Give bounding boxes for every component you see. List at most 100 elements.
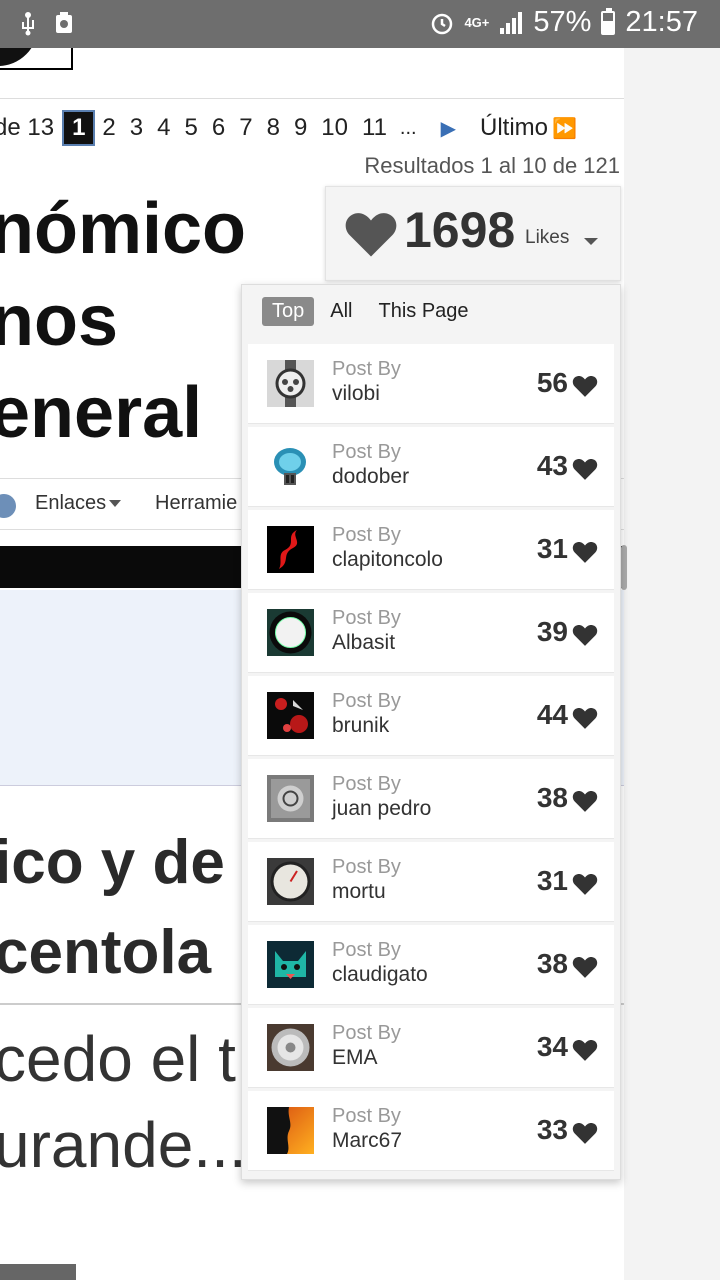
like-count: 38 bbox=[536, 948, 568, 979]
likes-list: Post By vilobi 56 Post By dodober 43 Pos… bbox=[248, 344, 614, 1174]
author-name[interactable]: dodober bbox=[332, 465, 409, 489]
post-title-line: ico y de bbox=[0, 828, 225, 897]
author-name[interactable]: claudigato bbox=[332, 963, 428, 987]
watch-face-avatar-icon[interactable] bbox=[267, 775, 314, 822]
like-entry[interactable]: Post By vilobi 56 bbox=[248, 344, 614, 424]
heart-icon bbox=[572, 458, 598, 480]
nav-globe-icon[interactable] bbox=[0, 494, 16, 518]
results-count: Resultados 1 al 10 de 121 bbox=[364, 153, 620, 178]
heart-icon bbox=[572, 1122, 598, 1144]
like-entry[interactable]: Post By mortu 31 bbox=[248, 842, 614, 922]
post-title-line: centola bbox=[0, 918, 212, 987]
last-page-icon[interactable]: ⏩ bbox=[552, 116, 577, 141]
page-link[interactable]: 7 bbox=[232, 114, 259, 142]
like-count: 56 bbox=[536, 367, 568, 398]
author-name[interactable]: clapitoncolo bbox=[332, 548, 443, 572]
usb-icon bbox=[22, 12, 34, 36]
scrollbar-thumb[interactable] bbox=[621, 545, 627, 590]
like-entry[interactable]: Post By Marc67 33 bbox=[248, 1091, 614, 1171]
post-by-label: Post By bbox=[332, 358, 401, 380]
like-count: 44 bbox=[536, 699, 568, 730]
author-name[interactable]: brunik bbox=[332, 714, 389, 738]
author-name[interactable]: vilobi bbox=[332, 382, 380, 406]
post-excerpt: cedo el t urande... bbox=[0, 1016, 247, 1188]
like-count: 34 bbox=[536, 1031, 568, 1062]
page-current[interactable]: 1 bbox=[62, 110, 96, 146]
bottom-button[interactable] bbox=[0, 1264, 76, 1280]
post-by-label: Post By bbox=[332, 690, 401, 712]
like-count: 43 bbox=[536, 450, 568, 481]
author-name[interactable]: EMA bbox=[332, 1046, 378, 1070]
page-link[interactable]: 10 bbox=[314, 114, 355, 142]
chevron-down-icon bbox=[584, 238, 598, 245]
heart-icon bbox=[572, 375, 598, 397]
post-by-label: Post By bbox=[332, 1105, 401, 1127]
nav-tools-menu[interactable]: Herramie bbox=[155, 492, 237, 515]
likes-tabs: Top All This Page bbox=[262, 297, 485, 326]
heart-icon bbox=[572, 541, 598, 563]
pagination: de 13 1 2 3 4 5 6 7 8 9 10 11 ... ▶ Últi… bbox=[0, 110, 577, 146]
thread-title-line: nómico bbox=[0, 189, 247, 269]
heart-icon bbox=[572, 624, 598, 646]
like-entry[interactable]: Post By claudigato 38 bbox=[248, 925, 614, 1005]
likes-label: Likes bbox=[525, 227, 570, 248]
brain-skull-avatar-icon[interactable] bbox=[267, 443, 314, 490]
likes-toggle[interactable]: 1698 Likes bbox=[325, 186, 621, 281]
post-by-label: Post By bbox=[332, 1022, 401, 1044]
page-link[interactable]: 3 bbox=[123, 114, 150, 142]
like-count: 38 bbox=[536, 782, 568, 813]
like-count: 39 bbox=[536, 616, 568, 647]
heart-icon bbox=[345, 213, 397, 257]
heart-icon bbox=[572, 873, 598, 895]
author-name[interactable]: Albasit bbox=[332, 631, 395, 655]
author-name[interactable]: juan pedro bbox=[332, 797, 431, 821]
alarm-icon bbox=[432, 13, 453, 34]
next-page-icon[interactable]: ▶ bbox=[441, 116, 456, 141]
site-logo[interactable] bbox=[0, 48, 73, 70]
watch-avatar-icon[interactable] bbox=[267, 360, 314, 407]
like-entry[interactable]: Post By juan pedro 38 bbox=[248, 759, 614, 839]
like-count: 33 bbox=[536, 1114, 568, 1145]
page-link[interactable]: 4 bbox=[150, 114, 177, 142]
tab-top[interactable]: Top bbox=[262, 297, 315, 326]
page-link[interactable]: 5 bbox=[178, 114, 205, 142]
page-link[interactable]: 8 bbox=[260, 114, 287, 142]
like-entry[interactable]: Post By Albasit 39 bbox=[248, 593, 614, 673]
author-name[interactable]: Marc67 bbox=[332, 1129, 402, 1153]
like-entry[interactable]: Post By dodober 43 bbox=[248, 427, 614, 507]
page-ellipsis: ... bbox=[399, 116, 417, 139]
page-link[interactable]: 9 bbox=[287, 114, 314, 142]
post-by-label: Post By bbox=[332, 607, 401, 629]
cat-avatar-icon[interactable] bbox=[267, 941, 314, 988]
battery-percent: 57% bbox=[533, 6, 592, 38]
author-name[interactable]: mortu bbox=[332, 880, 386, 904]
last-page-link[interactable]: Último bbox=[480, 114, 548, 142]
like-entry[interactable]: Post By brunik 44 bbox=[248, 676, 614, 756]
page-link[interactable]: 11 bbox=[355, 114, 394, 142]
dial-avatar-icon[interactable] bbox=[267, 609, 314, 656]
page-link[interactable]: 6 bbox=[205, 114, 232, 142]
like-count: 31 bbox=[536, 533, 568, 564]
tab-all[interactable]: All bbox=[320, 297, 362, 326]
like-entry[interactable]: Post By EMA 34 bbox=[248, 1008, 614, 1088]
heart-icon bbox=[572, 707, 598, 729]
likes-dropdown: Top All This Page Post By vilobi 56 Post… bbox=[241, 284, 621, 1180]
tab-this-page[interactable]: This Page bbox=[368, 297, 478, 326]
network-type: 4G+ bbox=[464, 14, 490, 30]
header-divider bbox=[0, 98, 624, 99]
battery-icon bbox=[601, 7, 616, 35]
silhouette-avatar-icon[interactable] bbox=[267, 1107, 314, 1154]
like-entry[interactable]: Post By clapitoncolo 31 bbox=[248, 510, 614, 590]
specialized-logo-avatar-icon[interactable] bbox=[267, 526, 314, 573]
silver-watch-avatar-icon[interactable] bbox=[267, 1024, 314, 1071]
post-by-label: Post By bbox=[332, 524, 401, 546]
clock: 21:57 bbox=[625, 6, 698, 38]
heart-icon bbox=[572, 790, 598, 812]
signal-icon bbox=[500, 11, 523, 34]
page-link[interactable]: 2 bbox=[95, 114, 122, 142]
nav-links-menu[interactable]: Enlaces bbox=[35, 492, 122, 515]
gauge-avatar-icon[interactable] bbox=[267, 858, 314, 905]
watch-dial-avatar-icon[interactable] bbox=[267, 692, 314, 739]
post-by-label: Post By bbox=[332, 856, 401, 878]
post-by-label: Post By bbox=[332, 939, 401, 961]
